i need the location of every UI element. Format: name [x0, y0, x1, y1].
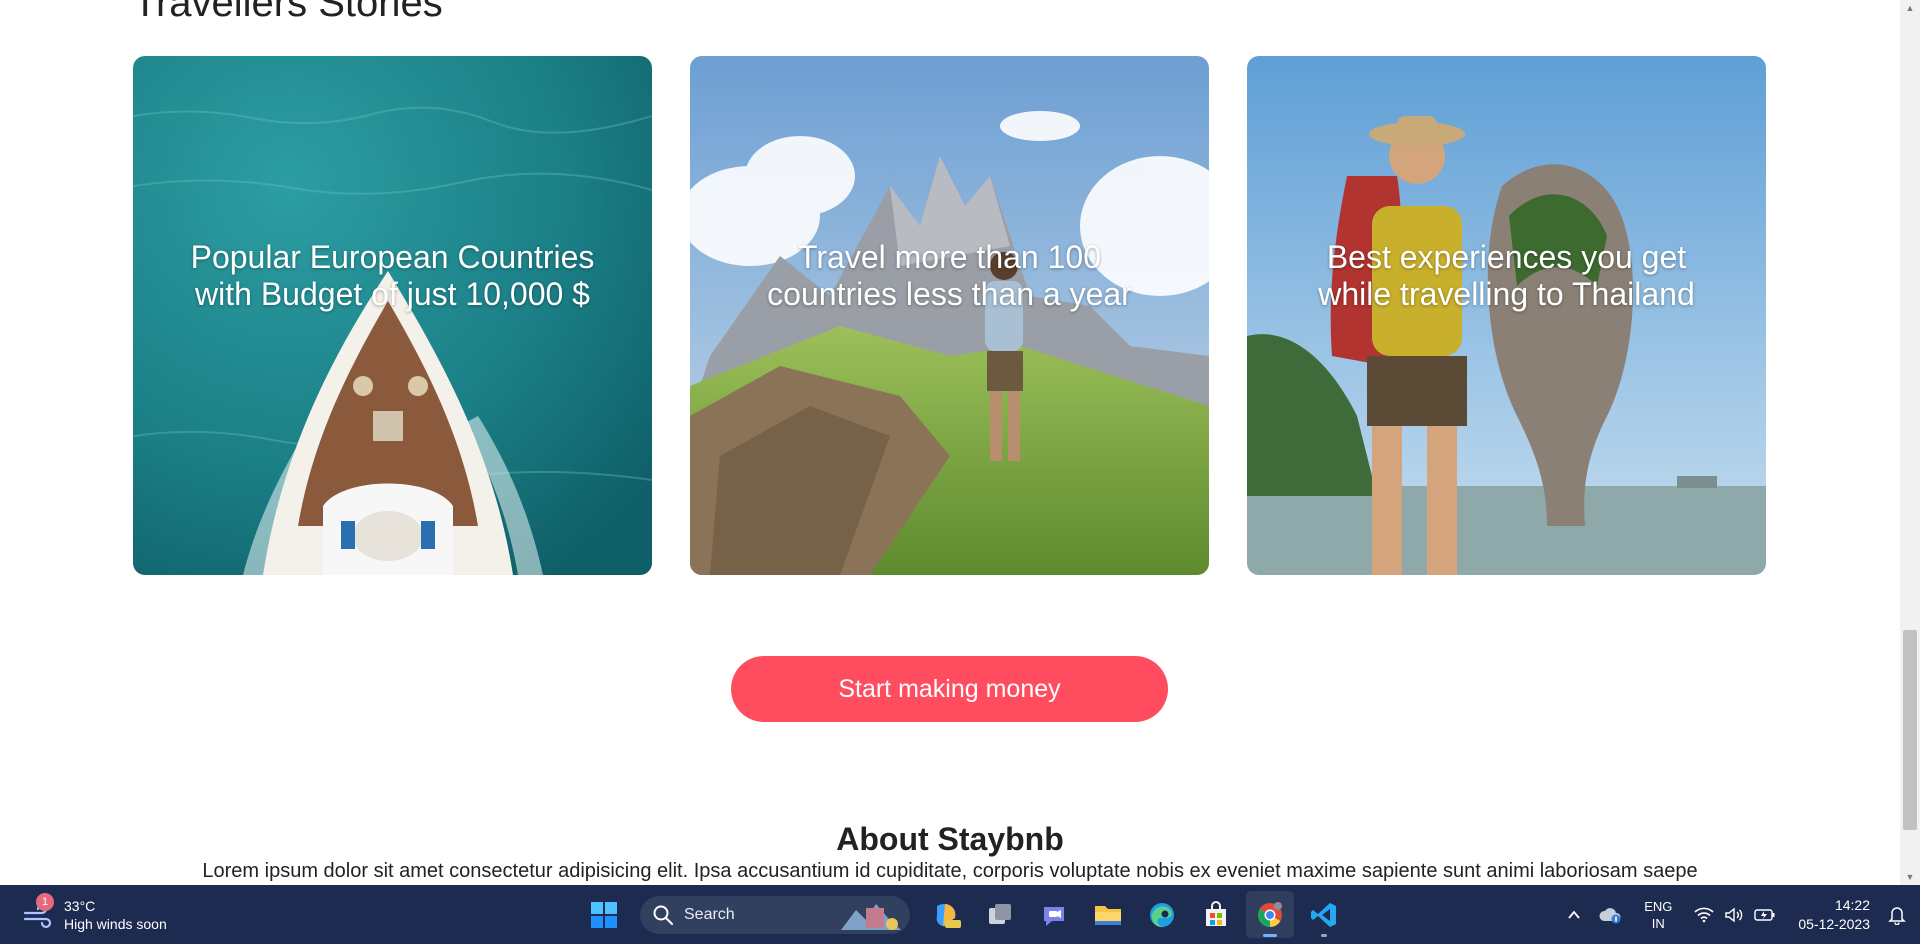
- clock[interactable]: 14:22 05-12-2023: [1784, 896, 1880, 934]
- show-hidden-icons-button[interactable]: [1558, 885, 1590, 944]
- system-tray: ENG IN 14:22 05-12-2023: [1558, 885, 1920, 944]
- wifi-icon: [1694, 907, 1714, 922]
- battery-icon: [1754, 908, 1775, 921]
- weather-temp: 33°C: [64, 898, 96, 914]
- section-title: Travellers Stories: [133, 0, 443, 25]
- vscode-button[interactable]: [1300, 891, 1348, 938]
- search-highlight-icon: [841, 903, 901, 930]
- taskbar: 1 33°C High winds soon Search ENG IN 14:…: [0, 885, 1920, 944]
- onedrive-button[interactable]: [1590, 885, 1630, 944]
- scroll-thumb[interactable]: [1903, 630, 1917, 830]
- story-card-europe[interactable]: Popular European Countries with Budget o…: [133, 56, 652, 575]
- copilot-button[interactable]: [922, 891, 970, 938]
- store-icon: [1206, 900, 1226, 926]
- chrome-icon: [1258, 901, 1282, 927]
- file-explorer-icon: [1095, 905, 1121, 925]
- about-text: Lorem ipsum dolor sit amet consectetur a…: [202, 860, 1698, 882]
- quick-settings-button[interactable]: [1686, 885, 1784, 944]
- teams-chat-button[interactable]: [1030, 891, 1078, 938]
- start-button[interactable]: [580, 891, 628, 938]
- file-explorer-button[interactable]: [1084, 891, 1132, 938]
- search-label: Search: [684, 905, 735, 923]
- page-scrollbar[interactable]: ▲ ▼: [1900, 0, 1920, 885]
- chrome-active-indicator: [1263, 934, 1277, 937]
- clock-time: 14:22: [1834, 896, 1870, 913]
- scroll-down-arrow-icon[interactable]: ▼: [1900, 869, 1920, 885]
- language-indicator[interactable]: ENG IN: [1630, 898, 1686, 932]
- card-title: Best experiences you get while travellin…: [1318, 239, 1695, 312]
- start-icon: [591, 901, 617, 928]
- scroll-up-arrow-icon[interactable]: ▲: [1900, 0, 1920, 16]
- about-title: About Staybnb: [836, 821, 1064, 857]
- card-title: Popular European Countries with Budget o…: [190, 239, 595, 312]
- store-button[interactable]: [1192, 891, 1240, 938]
- vscode-icon: [1311, 902, 1336, 927]
- bell-icon: [1888, 906, 1906, 925]
- search-icon: [653, 905, 673, 925]
- teams-chat-icon: [1044, 906, 1064, 926]
- edge-button[interactable]: [1138, 891, 1186, 938]
- story-card-travel[interactable]: Travel more than 100 countries less than…: [690, 56, 1209, 575]
- language-region: IN: [1651, 915, 1665, 931]
- volume-icon: [1725, 907, 1743, 922]
- edge-icon: [1150, 902, 1174, 927]
- start-making-money-button[interactable]: Start making money: [731, 656, 1168, 722]
- thailand-backpacker-image: [1247, 56, 1766, 575]
- taskbar-apps: Search: [580, 891, 1348, 938]
- weather-widget[interactable]: 1 33°C High winds soon: [22, 893, 167, 936]
- notifications-button[interactable]: [1880, 885, 1920, 944]
- wind-icon: 1: [22, 893, 54, 931]
- task-view-icon: [989, 903, 1011, 924]
- mountain-hiker-image: [690, 56, 1209, 575]
- weather-badge: 1: [36, 893, 54, 911]
- web-page: Travellers Stories Popular European Coun…: [0, 0, 1900, 885]
- chrome-button[interactable]: [1246, 891, 1294, 938]
- card-title: Travel more than 100 countries less than…: [767, 239, 1132, 312]
- story-card-thailand[interactable]: Best experiences you get while travellin…: [1247, 56, 1766, 575]
- language-code: ENG: [1644, 898, 1673, 914]
- clock-date: 05-12-2023: [1798, 915, 1870, 932]
- chevron-up-icon: [1568, 910, 1580, 919]
- task-view-button[interactable]: [976, 891, 1024, 938]
- cloud-icon: [1599, 907, 1621, 923]
- copilot-preview-icon: [936, 903, 961, 928]
- yacht-sea-image: [133, 56, 652, 575]
- vscode-running-indicator: [1321, 934, 1327, 937]
- taskbar-search[interactable]: Search: [640, 895, 910, 934]
- weather-condition: High winds soon: [64, 916, 167, 932]
